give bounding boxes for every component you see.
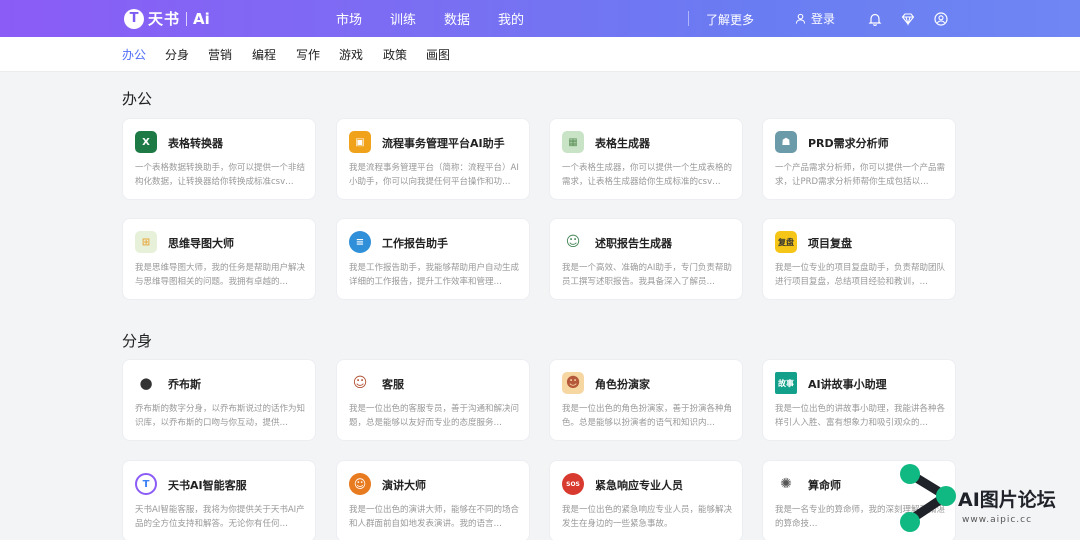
- card-desc: 我是一位出色的讲故事小助理，我能讲各种各样引人入胜、富有想象力和吸引观众的…: [775, 404, 946, 428]
- assistant-card[interactable]: 复盘 项目复盘 我是一位专业的项目复盘助手，负责帮助团队进行项目复盘，总结项目经…: [762, 218, 956, 300]
- role-avatar-icon: ☻: [562, 372, 584, 394]
- tab-office[interactable]: 办公: [122, 46, 146, 63]
- grid-icon: ▦: [562, 131, 584, 153]
- learn-more-link[interactable]: 了解更多: [706, 11, 754, 28]
- assistant-card[interactable]: SOS 紧急响应专业人员 我是一位出色的紧急响应专业人员，能够解决发生在身边的一…: [549, 460, 743, 540]
- assistant-card[interactable]: ≡ 工作报告助手 我是工作报告助手，我能够帮助用户自动生成详细的工作报告，提升工…: [336, 218, 530, 300]
- card-desc: 我是思维导图大师，我的任务是帮助用户解决与思维导图相关的问题。我拥有卓越的…: [135, 263, 306, 287]
- card-title: 紧急响应专业人员: [595, 479, 683, 492]
- card-desc: 乔布斯的数字分身，以乔布斯说过的话作为知识库，以乔布斯的口吻与你互动，提供…: [135, 404, 306, 428]
- card-title: 流程事务管理平台AI助手: [382, 137, 505, 150]
- assistant-card[interactable]: ☺ 述职报告生成器 我是一个高效、准确的AI助手，专门负责帮助员工撰写述职报告。…: [549, 218, 743, 300]
- card-desc: 我是一位出色的角色扮演家，善于扮演各种角色。总是能够以扮演者的语气和知识内…: [562, 404, 733, 428]
- user-icon: [795, 13, 806, 24]
- card-title: 项目复盘: [808, 237, 852, 250]
- jobs-avatar-icon: ●: [135, 372, 157, 394]
- assistant-card[interactable]: ☻ 角色扮演家 我是一位出色的角色扮演家，善于扮演各种角色。总是能够以扮演者的语…: [549, 359, 743, 441]
- assistant-card[interactable]: ▣ 流程事务管理平台AI助手 我是流程事务管理平台（简称：流程平台）AI小助手，…: [336, 118, 530, 200]
- card-desc: 一个表格生成器，你可以提供一个生成表格的需求，让表格生成器给你生成标准的csv…: [562, 163, 733, 187]
- top-bar: T 天书 Ai 市场 训练 数据 我的 了解更多 登录: [0, 0, 1080, 37]
- card-desc: 我是工作报告助手，我能够帮助用户自动生成详细的工作报告，提升工作效率和管理…: [349, 263, 520, 287]
- tianshu-icon: T: [135, 473, 157, 495]
- sos-icon: SOS: [562, 473, 584, 495]
- tab-coding[interactable]: 编程: [252, 46, 276, 63]
- logo-mark-icon: T: [124, 8, 144, 29]
- card-title: 表格转换器: [168, 137, 223, 150]
- assistant-card[interactable]: ☺ 演讲大师 我是一位出色的演讲大师，能够在不同的场合和人群面前自如地发表演讲。…: [336, 460, 530, 540]
- assistant-card[interactable]: ☗ PRD需求分析师 一个产品需求分析师，你可以提供一个产品需求，让PRD需求分…: [762, 118, 956, 200]
- watermark-url: www.aipic.cc: [962, 515, 1033, 525]
- logo-text: 天书: [148, 10, 181, 28]
- card-desc: 我是一位出色的演讲大师，能够在不同的场合和人群面前自如地发表演讲。我的语言…: [349, 505, 520, 529]
- card-desc: 我是一位专业的项目复盘助手，负责帮助团队进行项目复盘，总结项目经验和教训，…: [775, 263, 946, 287]
- card-title: 天书AI智能客服: [168, 479, 247, 492]
- card-title: 思维导图大师: [168, 237, 234, 250]
- section-title-persona: 分身: [122, 332, 153, 350]
- card-desc: 我是一位出色的客服专员，善于沟通和解决问题，总是能够以友好而专业的态度服务…: [349, 404, 520, 428]
- tab-persona[interactable]: 分身: [165, 46, 189, 63]
- section-title-office: 办公: [122, 90, 153, 108]
- diamond-icon[interactable]: [901, 12, 915, 26]
- agent-avatar-icon: ☺: [349, 372, 371, 394]
- excel-icon: X: [135, 131, 157, 153]
- logo[interactable]: T 天书 Ai: [124, 8, 210, 29]
- card-desc: 我是流程事务管理平台（简称：流程平台）AI小助手，你可以向我提任何平台操作和功…: [349, 163, 519, 187]
- card-title: AI讲故事小助理: [808, 378, 887, 391]
- login-label: 登录: [811, 12, 836, 26]
- tab-writing[interactable]: 写作: [296, 46, 320, 63]
- card-title: 表格生成器: [595, 137, 650, 150]
- report-icon: ≡: [349, 231, 371, 253]
- card-desc: 一个产品需求分析师，你可以提供一个产品需求，让PRD需求分析师帮你生成包括以…: [775, 163, 946, 187]
- logo-divider: [186, 11, 188, 26]
- logo-ai: Ai: [193, 9, 210, 28]
- robot-icon: ☗: [775, 131, 797, 153]
- tab-games[interactable]: 游戏: [339, 46, 363, 63]
- speaker-avatar-icon: ☺: [349, 473, 371, 495]
- card-title: PRD需求分析师: [808, 137, 889, 150]
- nav-divider: [688, 11, 689, 26]
- tab-policy[interactable]: 政策: [383, 46, 407, 63]
- assistant-card[interactable]: X 表格转换器 一个表格数据转换助手，你可以提供一个非结构化数据，让转换器给你转…: [122, 118, 316, 200]
- nav-market[interactable]: 市场: [336, 9, 362, 28]
- login-button[interactable]: 登录: [795, 10, 835, 27]
- card-title: 乔布斯: [168, 378, 201, 391]
- nav-data[interactable]: 数据: [444, 9, 470, 28]
- mindmap-icon: ⊞: [135, 231, 157, 253]
- assistant-card[interactable]: T 天书AI智能客服 天书AI智能客服，我将为你提供关于天书AI产品的全方位支持…: [122, 460, 316, 540]
- card-desc: 我是一位出色的紧急响应专业人员，能够解决发生在身边的一些紧急事故。: [562, 505, 733, 529]
- card-desc: 我是一个高效、准确的AI助手，专门负责帮助员工撰写述职报告。我具备深入了解员…: [562, 263, 732, 287]
- nav-train[interactable]: 训练: [390, 9, 416, 28]
- assistant-card[interactable]: ● 乔布斯 乔布斯的数字分身，以乔布斯说过的话作为知识库，以乔布斯的口吻与你互动…: [122, 359, 316, 441]
- card-title: 角色扮演家: [595, 378, 650, 391]
- card-desc: 天书AI智能客服，我将为你提供关于天书AI产品的全方位支持和解答。无论你有任何…: [135, 505, 305, 529]
- presenter-icon: ☺: [562, 231, 584, 253]
- assistant-card[interactable]: ▦ 表格生成器 一个表格生成器，你可以提供一个生成表格的需求，让表格生成器给你生…: [549, 118, 743, 200]
- assistant-card[interactable]: ⊞ 思维导图大师 我是思维导图大师，我的任务是帮助用户解决与思维导图相关的问题。…: [122, 218, 316, 300]
- card-title: 述职报告生成器: [595, 237, 672, 250]
- workflow-icon: ▣: [349, 131, 371, 153]
- fortune-icon: ✺: [775, 473, 797, 495]
- assistant-card[interactable]: ☺ 客服 我是一位出色的客服专员，善于沟通和解决问题，总是能够以友好而专业的态度…: [336, 359, 530, 441]
- tab-drawing[interactable]: 画图: [426, 46, 450, 63]
- card-title: 演讲大师: [382, 479, 426, 492]
- assistant-card[interactable]: 故事 AI讲故事小助理 我是一位出色的讲故事小助理，我能讲各种各样引人入胜、富有…: [762, 359, 956, 441]
- card-title: 算命师: [808, 479, 841, 492]
- nav-mine[interactable]: 我的: [498, 9, 524, 28]
- card-desc: 一个表格数据转换助手，你可以提供一个非结构化数据，让转换器给你转换成标准csv…: [135, 163, 306, 187]
- account-icon[interactable]: [934, 12, 948, 26]
- tab-marketing[interactable]: 营销: [208, 46, 232, 63]
- category-tabs: 办公 分身 营销 编程 写作 游戏 政策 画图: [0, 37, 1080, 72]
- main-nav: 市场 训练 数据 我的: [336, 0, 552, 37]
- review-icon: 复盘: [775, 231, 797, 253]
- card-title: 工作报告助手: [382, 237, 448, 250]
- watermark-text: AI图片论坛: [958, 489, 1056, 511]
- story-icon: 故事: [775, 372, 797, 394]
- card-title: 客服: [382, 378, 404, 391]
- bell-icon[interactable]: [868, 12, 882, 26]
